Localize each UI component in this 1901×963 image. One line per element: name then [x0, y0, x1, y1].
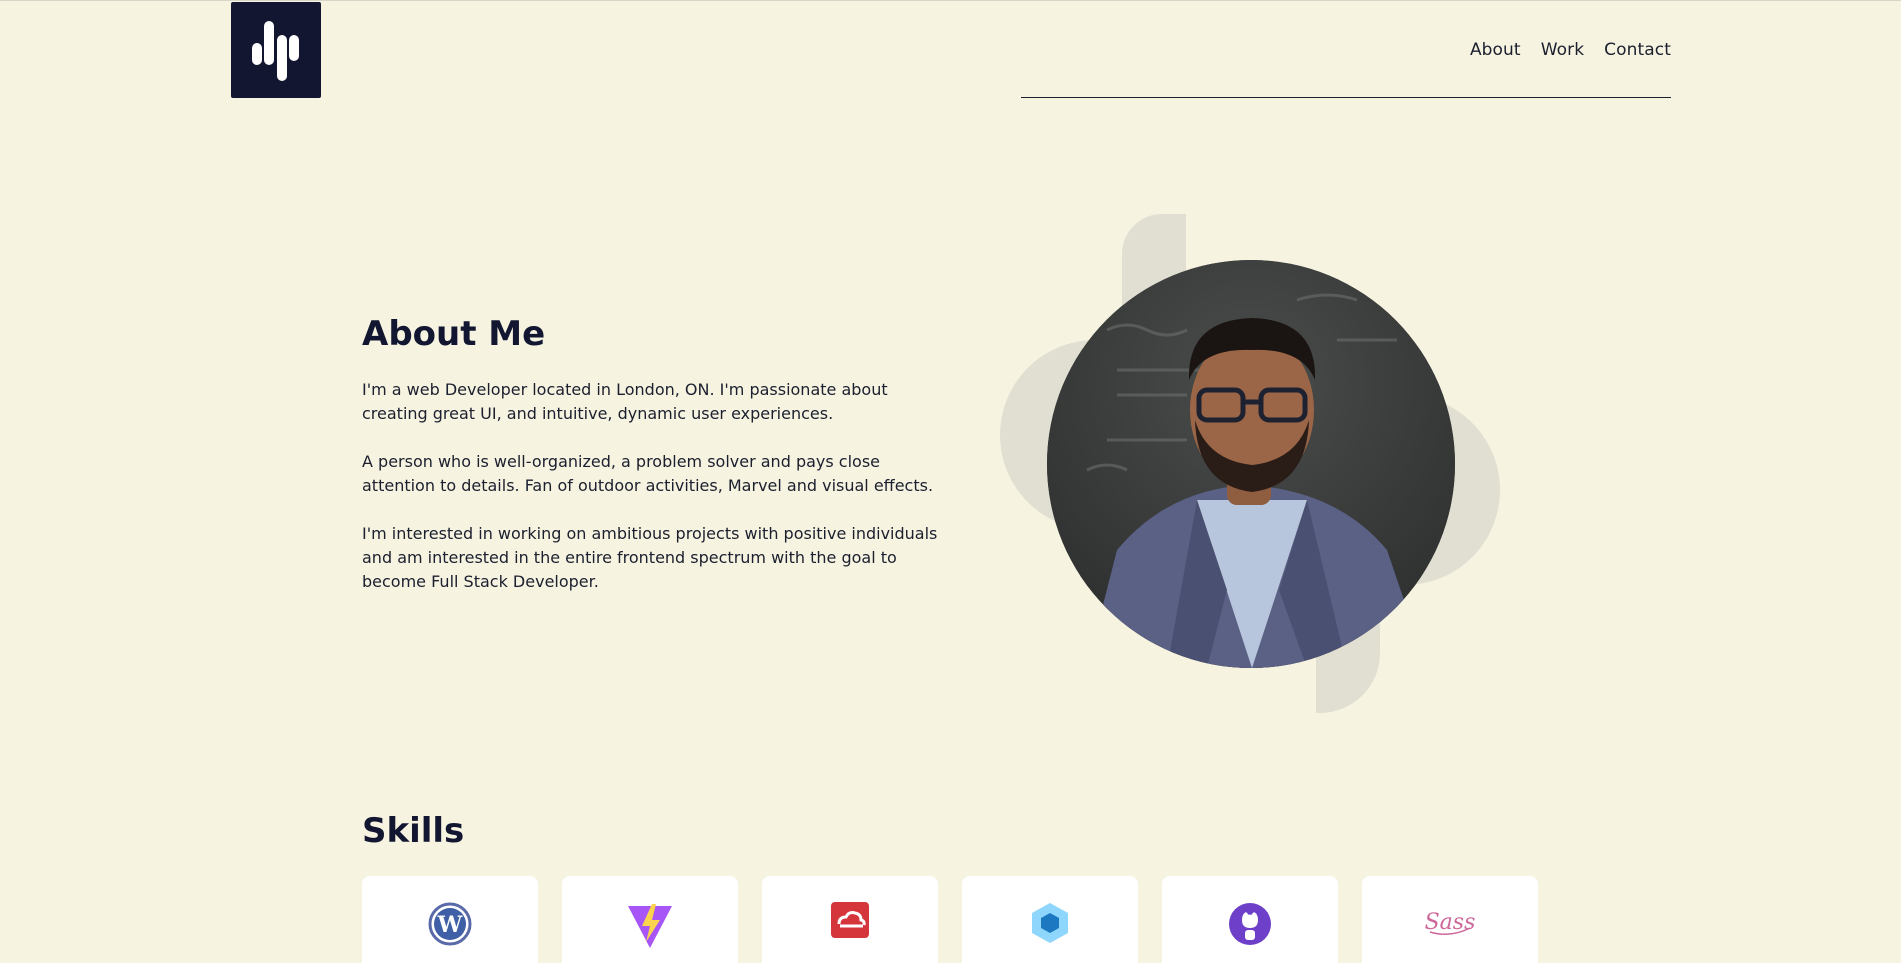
skills-title: Skills: [362, 811, 465, 851]
adobe-creative-cloud-icon: [831, 902, 869, 938]
github-icon: [1229, 903, 1271, 945]
about-paragraph-2: A person who is well-organized, a proble…: [362, 452, 934, 495]
skill-card-github[interactable]: [1162, 876, 1338, 963]
about-paragraph-3: I'm interested in working on ambitious p…: [362, 524, 938, 591]
about-paragraph-1: I'm a web Developer located in London, O…: [362, 380, 888, 423]
about-title: About Me: [362, 314, 546, 354]
wordpress-icon: W: [428, 902, 472, 946]
skill-card-creative-cloud[interactable]: [762, 876, 938, 963]
webpack-icon: [1032, 903, 1068, 943]
about-text: I'm a web Developer located in London, O…: [362, 378, 942, 618]
nav-link-work[interactable]: Work: [1541, 40, 1584, 60]
nav-link-contact[interactable]: Contact: [1604, 40, 1671, 60]
skill-card-webpack[interactable]: [962, 876, 1138, 963]
dp-logo[interactable]: [231, 2, 321, 98]
nav-links: About Work Contact: [1470, 40, 1671, 60]
sass-icon: Sass: [1425, 910, 1475, 935]
skill-card-vite[interactable]: [562, 876, 738, 963]
nav-link-about[interactable]: About: [1470, 40, 1521, 60]
main-nav: About Work Contact: [1021, 0, 1671, 98]
profile-photo: [1047, 260, 1455, 668]
skills-grid: W Sass: [362, 876, 1538, 963]
svg-text:W: W: [437, 912, 463, 938]
svg-text:Sass: Sass: [1425, 910, 1475, 935]
profile-photo-illustration: [1047, 260, 1455, 668]
vite-icon: [628, 904, 672, 948]
skill-card-sass[interactable]: Sass: [1362, 876, 1538, 963]
skill-card-wordpress[interactable]: W: [362, 876, 538, 963]
dp-logo-icon: [252, 21, 299, 81]
